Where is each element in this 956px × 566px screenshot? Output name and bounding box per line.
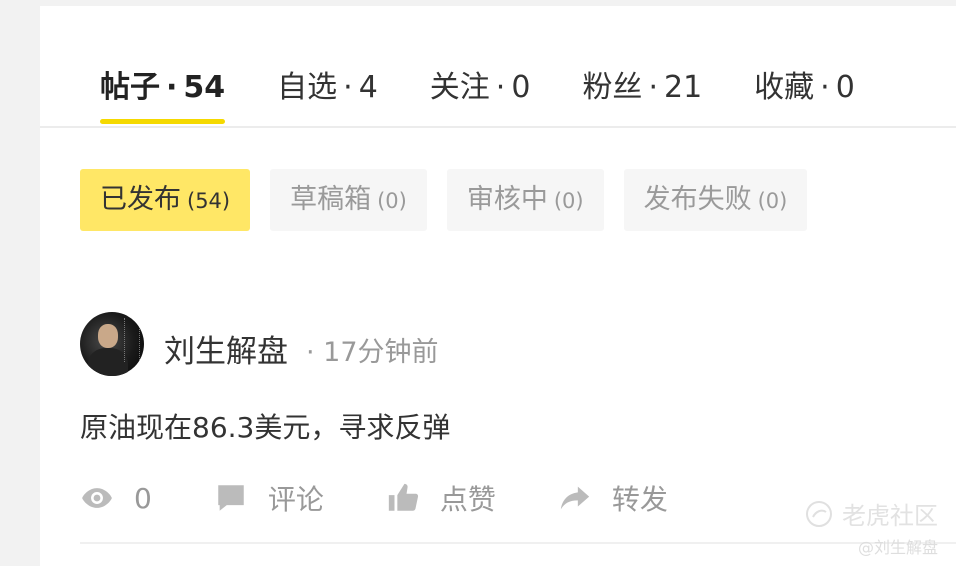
tab-posts[interactable]: 帖子 · 54 <box>100 68 226 124</box>
thumbs-up-icon <box>388 483 418 511</box>
watermark-brand: 老虎社区 <box>842 502 938 530</box>
watermark: 老虎社区 <box>804 496 938 531</box>
tiger-logo-icon <box>806 500 832 527</box>
tab-watchlist[interactable]: 自选 · 4 <box>277 68 378 108</box>
share-label: 转发 <box>611 483 668 516</box>
tab-followers[interactable]: 粉丝 · 21 <box>582 68 702 108</box>
tab-count: 21 <box>663 70 703 105</box>
post-actions: 0 评论 点赞 转发 <box>80 478 730 518</box>
filter-drafts[interactable]: 草稿箱 (0) <box>270 169 427 231</box>
tab-count: 4 <box>358 70 378 105</box>
comment-button[interactable]: 评论 <box>214 478 324 518</box>
tabs-divider <box>40 126 956 128</box>
chip-label: 已发布 <box>100 184 181 215</box>
author-name[interactable]: 刘生解盘 <box>164 326 288 371</box>
tab-separator: · <box>495 70 506 105</box>
tab-label: 帖子 <box>100 70 160 105</box>
tab-label: 自选 <box>277 70 338 105</box>
filter-published[interactable]: 已发布 (54) <box>80 169 251 231</box>
like-label: 点赞 <box>439 483 496 516</box>
tab-count: 0 <box>835 70 855 105</box>
tab-count: 54 <box>183 70 226 105</box>
tab-separator: · <box>648 70 658 105</box>
filter-under-review[interactable]: 审核中 (0) <box>446 169 604 231</box>
chip-count: (0) <box>377 189 407 213</box>
avatar-calligraphy <box>124 318 140 362</box>
avatar-face <box>98 324 118 348</box>
tab-separator: · <box>166 70 178 105</box>
tab-label: 关注 <box>429 70 490 105</box>
views-counter: 0 <box>80 481 152 515</box>
like-button[interactable]: 点赞 <box>386 478 496 518</box>
comment-icon <box>218 485 244 511</box>
share-arrow-icon <box>560 486 590 510</box>
avatar[interactable] <box>80 312 144 376</box>
tab-label: 粉丝 <box>582 70 643 105</box>
tab-following[interactable]: 关注 · 0 <box>430 68 531 108</box>
watermark-handle: @刘生解盘 <box>857 538 938 557</box>
tab-label: 收藏 <box>754 70 815 105</box>
chip-label: 审核中 <box>466 184 548 215</box>
post-time: · 17分钟前 <box>306 337 439 368</box>
tab-separator: · <box>343 70 353 105</box>
post-status-filters: 已发布 (54) 草稿箱 (0) 审核中 (0) 发布失败 (0) <box>80 169 827 231</box>
filter-failed[interactable]: 发布失败 (0) <box>623 169 808 231</box>
eye-icon <box>82 488 112 508</box>
tab-favorites[interactable]: 收藏 · 0 <box>754 68 855 108</box>
chip-count: (0) <box>757 189 788 213</box>
chip-count: (54) <box>187 189 231 213</box>
avatar-body <box>88 348 128 376</box>
post-content[interactable]: 原油现在86.3美元，寻求反弹 <box>80 406 450 446</box>
share-button[interactable]: 转发 <box>558 478 668 518</box>
chip-count: (0) <box>553 189 584 213</box>
profile-tabs: 帖子 · 54 自选 · 4 关注 · 0 粉丝 · 21 收藏 · 0 <box>100 68 907 124</box>
post-divider <box>80 542 956 544</box>
profile-panel: 帖子 · 54 自选 · 4 关注 · 0 粉丝 · 21 收藏 · 0 已发布 (54) 草稿箱 (0… <box>40 6 956 566</box>
chip-label: 发布失败 <box>643 184 752 215</box>
views-count: 0 <box>134 481 152 515</box>
tab-separator: · <box>820 70 830 105</box>
chip-label: 草稿箱 <box>290 184 372 215</box>
comment-label: 评论 <box>267 483 324 516</box>
tab-count: 0 <box>511 70 531 105</box>
